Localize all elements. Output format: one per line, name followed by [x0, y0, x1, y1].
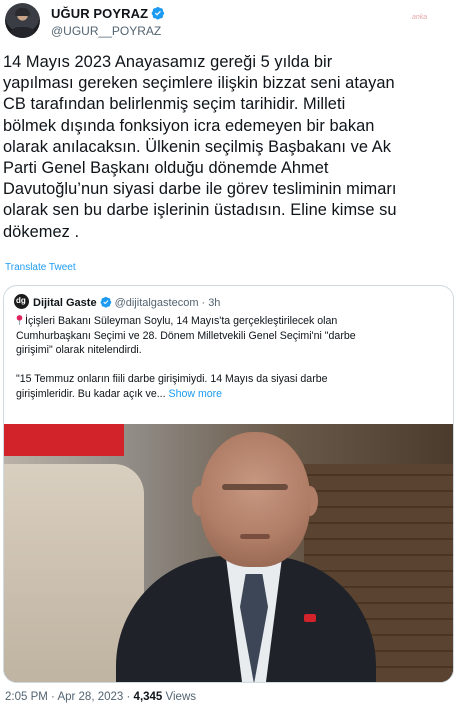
author-name[interactable]: UĞUR POYRAZ	[51, 6, 148, 21]
meta-separator-1: ·	[51, 691, 55, 703]
quoted-author-handle[interactable]: @dijitalgastecom	[115, 297, 199, 309]
quoted-author-name[interactable]: Dijital Gaste	[33, 297, 97, 309]
image-flag	[4, 424, 124, 456]
show-more-link[interactable]: Show more	[169, 388, 223, 400]
tweet-time[interactable]: 2:05 PM	[5, 691, 48, 703]
image-head	[200, 432, 310, 567]
image-brow	[222, 484, 288, 490]
image-mouth	[240, 534, 270, 539]
quoted-tweet-text: İçişleri Bakanı Süleyman Soylu, 14 Mayıs…	[16, 314, 446, 402]
image-lapel-pin	[304, 614, 316, 622]
author-handle[interactable]: @UGUR__POYRAZ	[51, 24, 161, 38]
quoted-separator: ·	[201, 297, 206, 309]
round-pushpin-icon	[16, 315, 23, 325]
quoted-author-avatar[interactable]	[14, 294, 29, 309]
tweet-meta: 2:05 PM · Apr 28, 2023 · 4,345 Views	[5, 691, 196, 703]
quoted-tweet-card[interactable]: Dijital Gaste @dijitalgastecom·3h İçişler…	[3, 285, 454, 683]
author-name-row[interactable]: UĞUR POYRAZ	[51, 6, 165, 21]
views-count: 4,345	[133, 691, 163, 703]
avatar-suit	[9, 27, 36, 38]
quoted-tweet-image[interactable]	[4, 424, 453, 682]
views-label: Views	[165, 691, 196, 703]
verified-badge-icon	[151, 7, 165, 20]
watermark: anka	[412, 14, 428, 21]
meta-separator-2: ·	[126, 691, 131, 703]
quoted-time[interactable]: 3h	[208, 297, 220, 309]
translate-tweet-link[interactable]: Translate Tweet	[5, 262, 76, 273]
avatar-hair	[15, 8, 30, 16]
quoted-text-paragraph-1: İçişleri Bakanı Süleyman Soylu, 14 Mayıs…	[16, 315, 356, 357]
tweet-date[interactable]: Apr 28, 2023	[57, 691, 123, 703]
author-avatar[interactable]	[5, 3, 40, 38]
tweet-text: 14 Mayıs 2023 Anayasamız gereği 5 yılda …	[3, 53, 397, 241]
quoted-tweet-header: Dijital Gaste @dijitalgastecom·3h	[14, 294, 220, 310]
verified-badge-icon	[100, 296, 111, 308]
tweet-header: UĞUR POYRAZ @UGUR__POYRAZ anka	[0, 0, 457, 50]
